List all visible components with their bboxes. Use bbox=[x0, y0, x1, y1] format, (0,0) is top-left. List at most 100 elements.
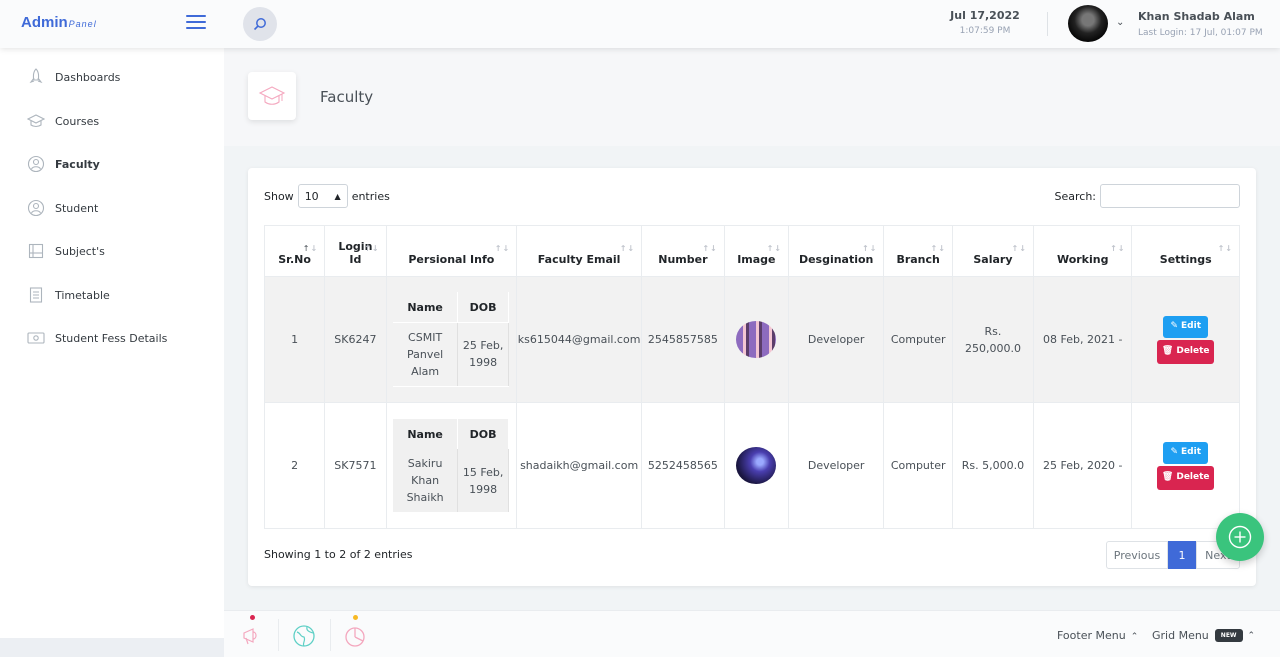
last-login-text: Last Login: 17 Jul, 01:07 PM bbox=[1138, 28, 1263, 38]
column-header[interactable]: Salary ↑↓ bbox=[951, 225, 1034, 277]
inner-header-dob: DOB bbox=[457, 419, 510, 449]
sidebar-item-label: Student bbox=[55, 201, 99, 215]
pencil-icon: ✎ bbox=[1170, 321, 1179, 331]
faculty-photo bbox=[736, 447, 777, 484]
entries-value: 10 bbox=[304, 189, 319, 203]
sidebar-item-label: Dashboards bbox=[55, 70, 121, 84]
entries-select[interactable]: 10 ▲ bbox=[297, 184, 348, 208]
delete-button[interactable]: 🗑 Delete bbox=[1157, 339, 1215, 364]
header-divider bbox=[1047, 12, 1048, 36]
personal-info-cell: Name DOB CSMIT Panvel Alam 25 Feb, 1998 bbox=[385, 276, 518, 403]
graduation-cap-icon bbox=[27, 112, 45, 130]
number-cell: 5252458565 bbox=[641, 402, 725, 529]
branch-cell: Computer bbox=[883, 276, 953, 403]
previous-page-button[interactable]: Previous bbox=[1106, 541, 1168, 569]
column-header[interactable]: Working ↑↓ bbox=[1032, 225, 1133, 277]
sidebar-item-label: Timetable bbox=[55, 288, 110, 302]
graduation-cap-icon bbox=[248, 72, 296, 120]
delete-label: Delete bbox=[1176, 472, 1210, 482]
page-title: Faculty bbox=[320, 88, 374, 106]
table-row: 1 SK6247 Name DOB CSMIT Panvel Alam 25 Feb… bbox=[263, 276, 1240, 403]
document-icon bbox=[27, 286, 45, 304]
grid-menu[interactable]: Grid Menu NEW ⌃ bbox=[1152, 629, 1255, 642]
sort-icon: ↑↓ bbox=[494, 244, 511, 253]
table-row: 2 SK7571 Name DOB Sakiru Khan Shaikh 15 Fe… bbox=[263, 402, 1240, 529]
table-info: Showing 1 to 2 of 2 entries bbox=[264, 548, 413, 561]
user-avatar[interactable] bbox=[1068, 5, 1108, 42]
search-input[interactable] bbox=[1100, 184, 1240, 208]
page-1-button[interactable]: 1 bbox=[1168, 541, 1196, 569]
sort-icon: ↑↓ bbox=[302, 244, 319, 253]
number-cell: 2545857585 bbox=[641, 276, 725, 403]
hamburger-menu-icon[interactable] bbox=[186, 15, 206, 29]
personal-info-cell: Name DOB Sakiru Khan Shaikh 15 Feb, 1998 bbox=[385, 402, 518, 529]
sort-arrows-icon: ▲ bbox=[334, 191, 341, 201]
sort-icon: ↑↓ bbox=[1110, 244, 1126, 253]
edit-button[interactable]: ✎ Edit bbox=[1163, 315, 1209, 338]
column-header[interactable]: Desgination ↑↓ bbox=[787, 225, 885, 277]
new-badge: NEW bbox=[1214, 629, 1243, 642]
search-button[interactable] bbox=[243, 7, 277, 41]
logo-sub-text: Panel bbox=[68, 19, 97, 29]
column-header[interactable]: Image ↑↓ bbox=[723, 225, 789, 277]
current-time: 1:07:59 PM bbox=[959, 26, 1011, 36]
sidebar-footer bbox=[0, 638, 224, 657]
sort-icon: ↑↓ bbox=[930, 244, 946, 253]
add-faculty-button[interactable] bbox=[1216, 513, 1264, 561]
sidebar-item-faculty[interactable]: Faculty bbox=[0, 147, 224, 181]
edit-button[interactable]: ✎ Edit bbox=[1163, 441, 1209, 464]
sidebar-item-label: Subject's bbox=[55, 244, 105, 258]
logo-main-text: Admin bbox=[21, 14, 68, 31]
sidebar-item-label: Student Fess Details bbox=[55, 331, 168, 345]
column-header[interactable]: Settings ↑↓ bbox=[1131, 225, 1240, 277]
trash-icon: 🗑 bbox=[1161, 346, 1174, 356]
sidebar-item-label: Faculty bbox=[55, 157, 100, 171]
edit-label: Edit bbox=[1181, 447, 1201, 457]
column-header[interactable]: Persional Info ↑↓ bbox=[385, 225, 518, 277]
page-title-bar bbox=[224, 48, 1280, 146]
app-footer: Footer Menu ⌃ Grid Menu NEW ⌃ bbox=[224, 610, 1280, 657]
footer-divider bbox=[330, 619, 331, 651]
column-header[interactable]: Number ↑↓ bbox=[641, 225, 725, 277]
inner-header-name: Name bbox=[393, 419, 458, 449]
delete-label: Delete bbox=[1176, 346, 1210, 356]
notification-dot bbox=[250, 615, 255, 620]
inner-header-dob: DOB bbox=[457, 292, 510, 323]
sidebar-item-subjects[interactable]: Subject's bbox=[0, 234, 224, 268]
app-header: AdminPanel Jul 17,2022 1:07:59 PM ⌄ Khan… bbox=[0, 0, 1280, 48]
column-header[interactable]: Faculty Email ↑↓ bbox=[516, 225, 643, 277]
wallet-icon bbox=[27, 329, 45, 347]
sort-icon: ↑↓ bbox=[364, 244, 380, 253]
column-header[interactable]: Branch ↑↓ bbox=[883, 225, 953, 277]
app-logo[interactable]: AdminPanel bbox=[21, 14, 97, 31]
search-label: Search: bbox=[1054, 189, 1097, 203]
column-header[interactable]: Sr.No ↑↓ bbox=[263, 225, 326, 277]
grid-menu-label: Grid Menu bbox=[1152, 629, 1209, 642]
faculty-photo bbox=[736, 321, 777, 358]
sr-no-cell: 1 bbox=[263, 276, 326, 403]
trash-icon: 🗑 bbox=[1161, 472, 1174, 482]
sidebar-item-timetable[interactable]: Timetable bbox=[0, 278, 224, 312]
chevron-down-icon[interactable]: ⌄ bbox=[1116, 17, 1124, 28]
faculty-name: Sakiru Khan Shaikh bbox=[393, 449, 458, 512]
megaphone-icon[interactable] bbox=[240, 623, 266, 649]
settings-cell: ✎ Edit 🗑 Delete bbox=[1131, 402, 1240, 529]
sidebar-item-student[interactable]: Student bbox=[0, 191, 224, 225]
chevron-up-icon: ⌃ bbox=[1247, 630, 1256, 641]
globe-icon[interactable] bbox=[291, 623, 317, 649]
sidebar-item-courses[interactable]: Courses bbox=[0, 104, 224, 138]
delete-button[interactable]: 🗑 Delete bbox=[1157, 465, 1215, 490]
user-name: Khan Shadab Alam bbox=[1138, 10, 1255, 23]
pencil-icon: ✎ bbox=[1170, 447, 1179, 457]
salary-cell: Rs. 250,000.0 bbox=[951, 276, 1034, 403]
designation-cell: Developer bbox=[787, 276, 885, 403]
column-header[interactable]: Login Id ↑↓ bbox=[324, 225, 387, 277]
personal-info-table: Name DOB Sakiru Khan Shaikh 15 Feb, 1998 bbox=[393, 419, 510, 512]
table-header-row: Sr.No ↑↓ Login Id ↑↓ Persional Info ↑↓ Facu… bbox=[263, 225, 1240, 277]
faculty-card: Show 10 ▲ entries Search: Sr.No ↑↓ Login … bbox=[248, 168, 1256, 586]
pie-chart-icon[interactable] bbox=[342, 623, 368, 649]
sidebar-item-dashboards[interactable]: Dashboards bbox=[0, 60, 224, 94]
sidebar-item-student-fees[interactable]: Student Fess Details bbox=[0, 321, 224, 355]
footer-menu[interactable]: Footer Menu ⌃ bbox=[1057, 629, 1138, 642]
inner-header-name: Name bbox=[393, 292, 458, 323]
